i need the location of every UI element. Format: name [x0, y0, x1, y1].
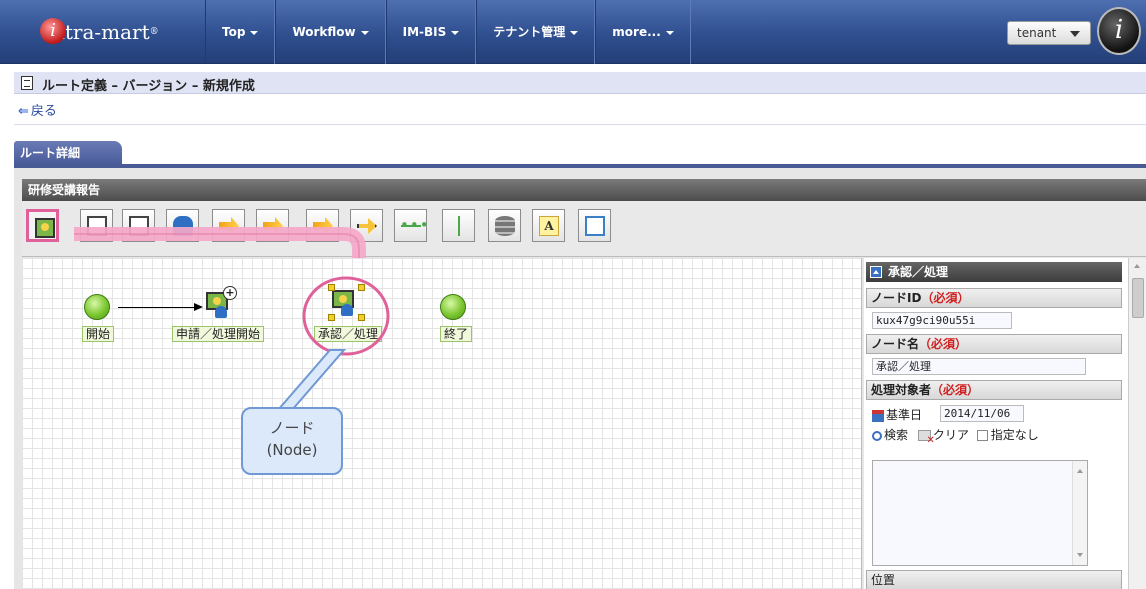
logo-registered-mark: ® [149, 27, 159, 37]
back-link-label: 戻る [30, 104, 57, 119]
node-name-header: ノード名（必須） [866, 334, 1122, 354]
scroll-down-icon[interactable] [1077, 553, 1083, 557]
node-id-label: ノードID [871, 291, 922, 305]
required-marker: （必須） [931, 383, 980, 397]
clear-button[interactable]: クリア [917, 428, 969, 446]
menu-workflow-label: Workflow [292, 25, 356, 39]
node-callout: ノード (Node) [241, 407, 343, 475]
unspecified-label: 指定なし [990, 428, 1039, 442]
unspecified-checkbox[interactable]: 指定なし [976, 428, 1039, 442]
node-id-header: ノードID（必須） [866, 288, 1122, 308]
palette-approval-node-button[interactable] [26, 209, 59, 242]
start-node-label: 開始 [82, 326, 115, 342]
logo-text: ntra-mart [52, 20, 150, 44]
search-icon [872, 430, 882, 441]
app-window: i ntra-mart® Top Workflow IM-BIS テナント管理 … [0, 0, 1146, 589]
callout-title: ノード [269, 419, 315, 437]
palette-text-annotation-button[interactable]: A [532, 209, 565, 242]
caret-down-icon [360, 30, 369, 35]
intra-mart-logo[interactable]: i ntra-mart® [18, 8, 204, 56]
caret-down-icon [250, 30, 259, 35]
node-name-field[interactable]: 承認／処理 [872, 358, 1086, 375]
back-arrow-icon: ⇐ [18, 104, 29, 119]
position-header: 位置 [866, 570, 1122, 589]
arrowhead-icon [194, 303, 203, 311]
palette-frame-button[interactable] [578, 209, 611, 242]
base-date-row: 基準日 [872, 406, 922, 423]
palette-database-button[interactable] [488, 209, 521, 242]
target-user-header: 処理対象者（必須） [866, 380, 1122, 400]
divider [14, 124, 1146, 125]
caret-down-icon [570, 30, 579, 35]
page-title: ルート定義 – バージョン – 新規作成 [42, 79, 255, 94]
clear-label: クリア [932, 428, 969, 442]
route-name-header: 研修受講報告 [22, 179, 1146, 201]
scroll-up-icon[interactable] [1077, 469, 1083, 473]
position-label: 位置 [871, 573, 896, 587]
database-icon [495, 216, 515, 236]
caret-down-icon [451, 30, 460, 35]
logo-i-mark: i [40, 18, 66, 44]
node-id-field[interactable]: kux47g9ci90u55i [872, 312, 1012, 329]
scroll-up-icon[interactable] [1134, 264, 1140, 268]
start-node[interactable] [84, 294, 110, 320]
user-avatar[interactable]: i [1097, 7, 1141, 55]
target-actions-row: 検索 クリア 指定なし [872, 426, 1039, 446]
menu-tenant-management-label: テナント管理 [493, 25, 566, 39]
frame-icon [585, 216, 605, 236]
scroll-thumb[interactable] [1132, 278, 1144, 318]
properties-section-title: 承認／処理 [888, 265, 949, 279]
menu-more-label: more... [612, 25, 661, 39]
base-date-label: 基準日 [886, 408, 923, 422]
back-link[interactable]: ⇐ 戻る [18, 100, 57, 119]
text-annotation-icon: A [539, 216, 559, 236]
calendar-icon[interactable] [872, 409, 884, 422]
menu-more[interactable]: more... [595, 0, 691, 64]
search-button[interactable]: 検索 [872, 428, 908, 442]
main-menu: Top Workflow IM-BIS テナント管理 more... [205, 0, 691, 64]
list-scrollbar[interactable] [1072, 461, 1087, 565]
menu-im-bis-label: IM-BIS [402, 25, 447, 39]
required-marker: （必須） [921, 291, 970, 305]
clear-icon [917, 430, 935, 446]
page-title-bar: ルート定義 – バージョン – 新規作成 [14, 72, 1146, 94]
connector-line[interactable] [118, 307, 196, 308]
base-date-field[interactable]: 2014/11/06 [940, 405, 1024, 422]
tenant-label: tenant [1017, 26, 1057, 40]
menu-top-label: Top [222, 25, 246, 39]
node-highlight-overlay [275, 276, 390, 411]
menu-workflow[interactable]: Workflow [275, 0, 386, 64]
properties-scrollbar[interactable] [1128, 258, 1146, 589]
properties-section-header[interactable]: 承認／処理 [866, 262, 1122, 282]
chevron-down-icon [1070, 31, 1080, 37]
callout-subtitle: (Node) [266, 441, 318, 459]
checkbox[interactable] [976, 430, 988, 441]
tenant-dropdown[interactable]: tenant [1007, 21, 1091, 45]
menu-im-bis[interactable]: IM-BIS [385, 0, 477, 64]
menu-top[interactable]: Top [205, 0, 276, 64]
route-editor-panel: 研修受講報告 ••• A 開始 + 申請／処理開始 承認／処理 終了 ノード (… [14, 168, 1146, 589]
node-properties-panel: 承認／処理 ノードID（必須） kux47g9ci90u55i ノード名（必須）… [864, 258, 1146, 589]
caret-down-icon [665, 30, 674, 35]
approval-node-icon [35, 218, 55, 238]
node-name-label: ノード名 [871, 337, 920, 351]
document-icon [21, 76, 33, 90]
target-user-label: 処理対象者 [871, 383, 932, 397]
collapse-icon[interactable] [870, 266, 882, 278]
top-nav-bar: i ntra-mart® Top Workflow IM-BIS テナント管理 … [0, 0, 1146, 64]
search-label: 検索 [884, 428, 909, 442]
menu-tenant-management[interactable]: テナント管理 [476, 0, 596, 64]
target-user-list[interactable] [872, 460, 1088, 566]
required-marker: （必須） [919, 337, 968, 351]
route-canvas[interactable]: 開始 + 申請／処理開始 承認／処理 終了 ノード (Node) [22, 258, 862, 589]
tab-route-detail[interactable]: ルート詳細 [14, 141, 122, 165]
